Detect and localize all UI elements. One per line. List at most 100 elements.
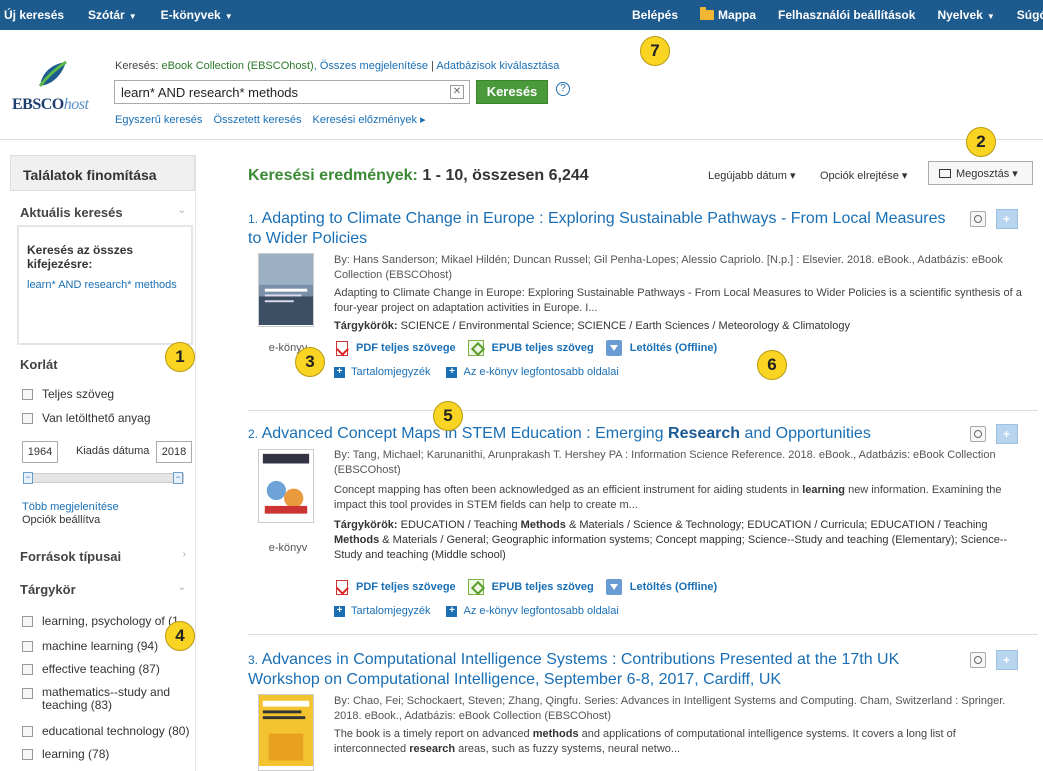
nav-dictionary[interactable]: Szótár ▼ [88,8,137,22]
record-title-c: and Opportunities [740,425,871,442]
nav-help[interactable]: Súgó [1017,8,1043,22]
key-pages-link[interactable]: + Az e-könyv legfontosabb oldalai [446,605,619,617]
search-input[interactable]: learn* AND research* methods [114,80,470,104]
current-search-header[interactable]: Aktuális keresés ⌄ [10,205,196,220]
checkbox[interactable] [22,688,33,699]
record-byline: By: Hans Sanderson; Mikael Hildén; Dunca… [334,254,1003,281]
book-cover[interactable] [258,449,314,523]
preview-icon[interactable] [970,211,986,227]
record-divider [248,410,1038,411]
sidebar-title: Találatok finomítása [10,155,195,191]
chevron-down-icon: ⌄ [177,582,186,593]
results-count: 1 - 10, összesen 6,244 [422,167,589,184]
checkbox[interactable] [22,616,33,627]
ebsco-leaf-icon [38,60,67,87]
abstract-e: areas, such as fuzzy systems, neural net… [455,743,681,755]
checkbox[interactable] [22,664,33,675]
result-record: 2. Advanced Concept Maps in STEM Educati… [248,424,1038,624]
record-abstract: Adapting to Climate Change in Europe: Ex… [334,287,1022,314]
checkbox[interactable] [22,413,33,424]
record-subjects: Tárgykörök: SCIENCE / Environmental Scie… [334,319,1034,334]
share-icon [939,169,951,178]
subject-filter[interactable]: mathematics--study and teaching (83) [22,686,182,712]
pdf-full-text-link[interactable]: PDF teljes szövege [334,340,456,356]
current-query-link[interactable]: learn* AND research* methods [27,279,183,292]
clear-search-icon[interactable]: ✕ [450,85,464,99]
book-cover[interactable] [258,694,314,771]
checkbox[interactable] [22,641,33,652]
add-to-folder-icon[interactable] [996,209,1018,229]
subject-filter[interactable]: learning (78) [22,747,109,761]
checkbox[interactable] [22,389,33,400]
slider-handle-end[interactable]: ⇔ [173,472,183,484]
pdf-full-text-link[interactable]: PDF teljes szövege [334,579,456,595]
add-to-folder-icon[interactable] [996,424,1018,444]
subject-filter[interactable]: learning, psychology of (1 [22,614,179,628]
show-all-link[interactable]: , Összes megjelenítése [314,60,428,72]
record-tools [970,650,1030,672]
subject-filter[interactable]: effective teaching (87) [22,662,160,676]
result-record: 3. Advances in Computational Intelligenc… [248,650,1038,771]
nav-preferences[interactable]: Felhasználói beállítások [778,8,915,22]
ebsco-logo[interactable]: EBSCOhost [12,54,94,126]
subject-filter-label: machine learning (94) [42,639,159,653]
basic-search-link[interactable]: Egyszerű keresés [115,114,202,126]
epub-icon [467,340,484,356]
search-button[interactable]: Keresés [476,80,548,104]
nav-ebooks-label: E-könyvek [160,8,221,22]
filter-downloadable[interactable]: Van letölthető anyag [22,411,151,425]
pdf-label: PDF teljes szövege [356,342,456,354]
table-of-contents-link[interactable]: + Tartalomjegyzék [334,605,430,617]
date-from-input[interactable]: 1964 [22,441,58,463]
add-to-folder-icon[interactable] [996,650,1018,670]
share-button[interactable]: Megosztás ▾ [928,161,1033,185]
checkbox[interactable] [22,749,33,760]
folder-icon [700,7,715,20]
nav-folder[interactable]: Mappa [700,7,756,22]
nav-sign-in[interactable]: Belépés [632,8,678,22]
subject-filter[interactable]: educational technology (80) [22,724,189,738]
checkbox[interactable] [22,726,33,737]
show-more-link[interactable]: Több megjelenítése [22,501,119,513]
subjects-highlight: Methods [520,519,566,531]
toc-label: Tartalomjegyzék [351,605,431,617]
help-icon[interactable]: ? [556,82,570,96]
pdf-label: PDF teljes szövege [356,581,456,593]
key-pages-label: Az e-könyv legfontosabb oldalai [463,605,619,617]
callout-badge: 5 [433,401,463,431]
subject-filter-label: educational technology (80) [42,724,190,738]
slider-handle-start[interactable]: ⇔ [23,472,33,484]
book-cover[interactable] [258,253,314,327]
subject-header[interactable]: Tárgykör ⌄ [10,582,196,597]
subject-filter[interactable]: machine learning (94) [22,639,158,653]
record-title[interactable]: 1. Adapting to Climate Change in Europe … [248,209,948,248]
choose-databases-link[interactable]: Adatbázisok kiválasztása [436,60,559,72]
download-offline-link[interactable]: Letöltés (Offline) [605,340,717,356]
hide-options-dropdown[interactable]: Opciók elrejtése ▾ [820,169,907,182]
nav-languages[interactable]: Nyelvek ▼ [937,8,994,22]
key-pages-link[interactable]: + Az e-könyv legfontosabb oldalai [446,366,619,378]
download-offline-link[interactable]: Letöltés (Offline) [605,579,717,595]
date-slider[interactable]: ⇔ ⇔ [23,472,184,484]
nav-ebooks[interactable]: E-könyvek ▼ [161,8,233,22]
search-history-link[interactable]: Keresési előzmények ▸ [312,114,425,126]
source-types-header[interactable]: Források típusai › [10,549,196,564]
cover-image [259,450,313,522]
sort-dropdown[interactable]: Legújabb dátum ▾ [708,169,795,182]
epub-full-text-link[interactable]: EPUB teljes szöveg [467,579,594,595]
epub-full-text-link[interactable]: EPUB teljes szöveg [467,340,594,356]
record-title[interactable]: 3. Advances in Computational Intelligenc… [248,650,948,689]
record-title[interactable]: 2. Advanced Concept Maps in STEM Educati… [248,424,948,444]
nav-new-search[interactable]: Új keresés [4,8,64,22]
preview-icon[interactable] [970,426,986,442]
record-extra-links: + Tartalomjegyzék + Az e-könyv legfontosab… [334,605,635,617]
date-to-input[interactable]: 2018 [156,441,192,463]
table-of-contents-link[interactable]: + Tartalomjegyzék [334,366,430,378]
filter-full-text[interactable]: Teljes szöveg [22,387,114,401]
advanced-search-link[interactable]: Összetett keresés [213,114,301,126]
preview-icon[interactable] [970,652,986,668]
record-title-highlight: Research [668,425,741,442]
record-tools [970,209,1030,231]
plus-icon: + [446,366,458,378]
filter-downloadable-label: Van letölthető anyag [42,411,151,425]
